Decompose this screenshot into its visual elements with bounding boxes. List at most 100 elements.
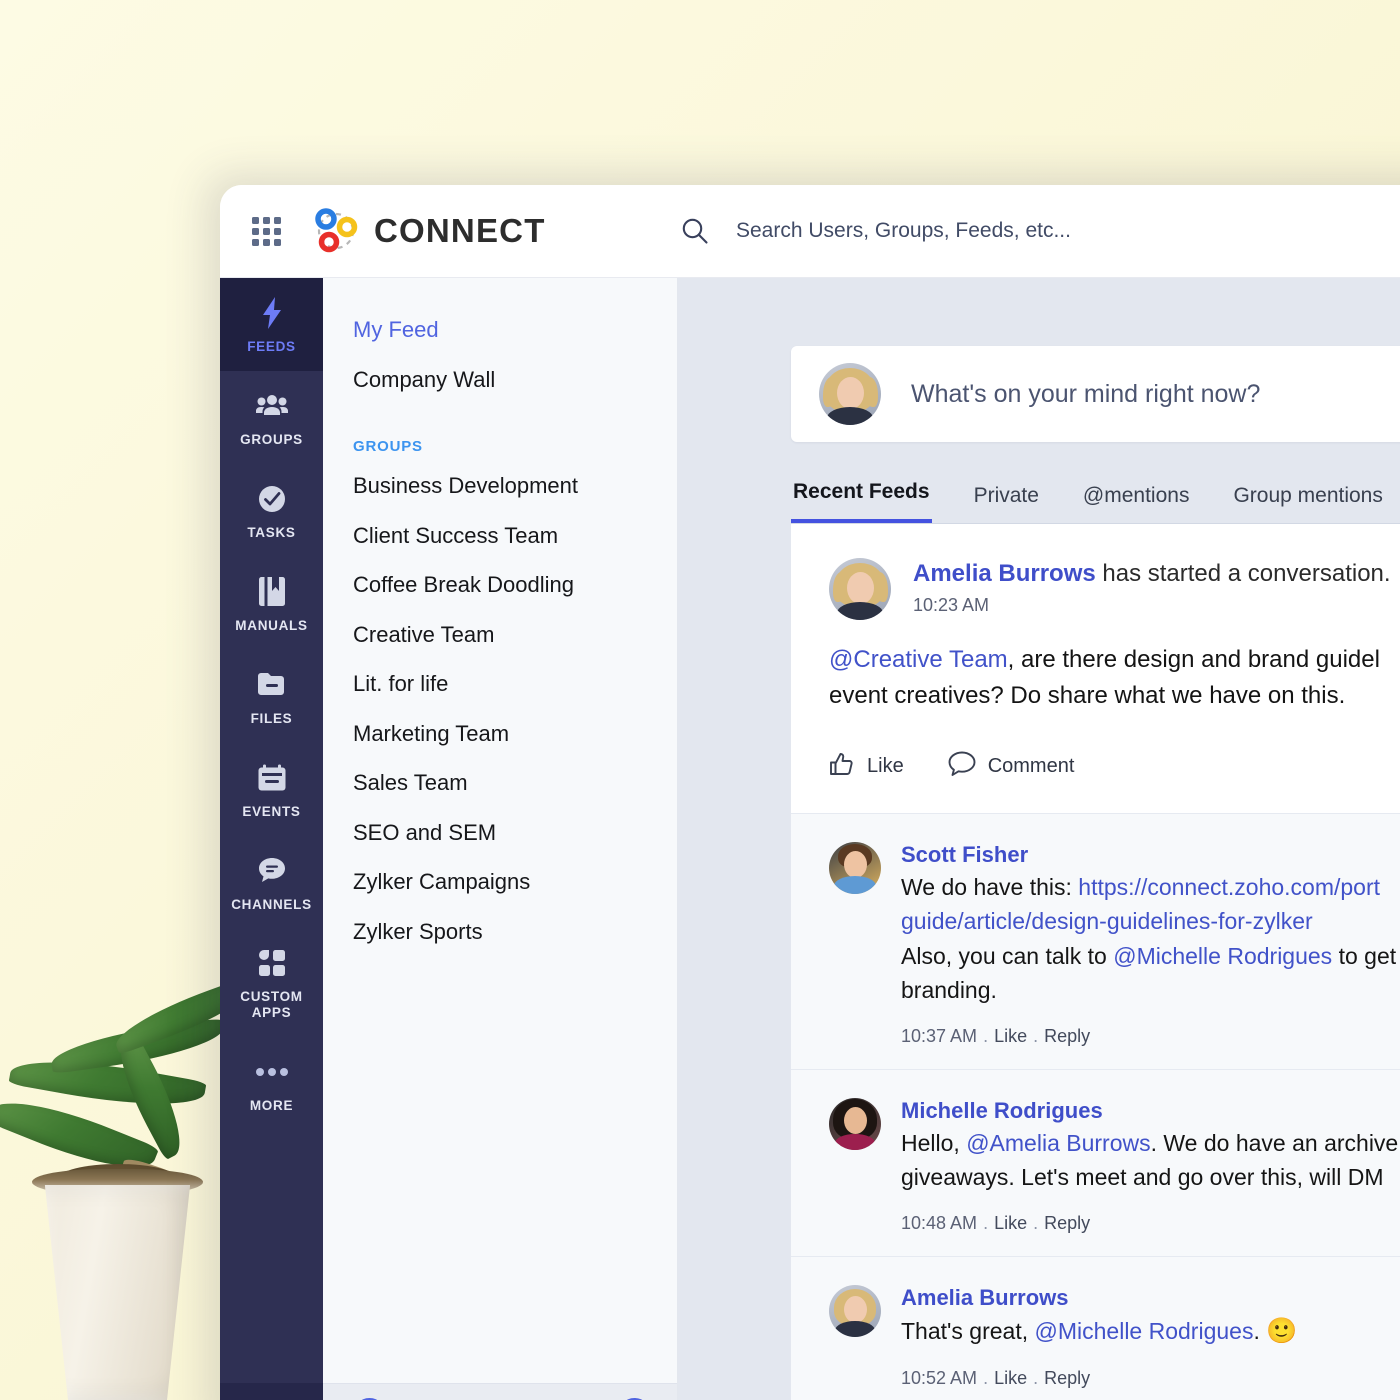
- comment-text-plain: That's great,: [901, 1317, 1035, 1344]
- sidebar-item-custom-apps[interactable]: CUSTOM APPS: [220, 928, 323, 1037]
- app-body: FEEDS GROUPS TASKS MANUALS FILES EVENTS …: [220, 278, 1400, 1400]
- comment-like-link[interactable]: Like: [994, 1368, 1027, 1388]
- comment-text-plain: Hello,: [901, 1129, 967, 1156]
- rail-label: FEEDS: [247, 339, 296, 354]
- avatar[interactable]: [829, 558, 891, 620]
- comment-link-cont[interactable]: guide/article/design-guidelines-for-zylk…: [901, 908, 1313, 934]
- sidebar-item-channels[interactable]: CHANNELS: [220, 836, 323, 929]
- comment: Michelle Rodrigues Hello, @Amelia Burrow…: [791, 1070, 1400, 1257]
- rail-label: CHANNELS: [231, 896, 312, 912]
- search-icon: [680, 216, 710, 246]
- sidebar-group-coffee-break-doodling[interactable]: Coffee Break Doodling: [353, 560, 677, 610]
- sidebar-group-seo-and-sem[interactable]: SEO and SEM: [353, 808, 677, 858]
- like-button[interactable]: Like: [829, 751, 904, 783]
- sidebar-group-business-development[interactable]: Business Development: [353, 461, 677, 511]
- search-input[interactable]: [736, 219, 1400, 243]
- people-group-icon: [255, 389, 288, 423]
- collapse-sidebar-icon[interactable]: [220, 1383, 323, 1400]
- folder-icon: [256, 668, 288, 702]
- comment-text-plain-2: Also, you can talk to: [901, 942, 1114, 969]
- avatar[interactable]: [829, 841, 881, 894]
- comment-reply-link[interactable]: Reply: [1044, 1026, 1090, 1046]
- connect-logo-icon: [312, 207, 360, 255]
- post-author[interactable]: Amelia Burrows: [913, 560, 1096, 587]
- book-bookmark-icon: [258, 575, 286, 609]
- sidebar-item-groups[interactable]: GROUPS: [220, 371, 323, 464]
- post-body-line2: event creatives? Do share what we have o…: [829, 682, 1346, 710]
- comment-text-tail: to get: [1332, 942, 1397, 969]
- comment-reply-link[interactable]: Reply: [1044, 1368, 1090, 1388]
- post-actions: Like Comment: [829, 751, 1393, 783]
- sidebar-link-company-wall[interactable]: Company Wall: [353, 355, 677, 405]
- rail-label: FILES: [250, 710, 293, 726]
- comment-footer: 10:52 AM. Like. Reply: [901, 1368, 1091, 1389]
- sidebar-group-zylker-campaigns[interactable]: Zylker Campaigns: [353, 857, 677, 907]
- comment-text-tail: .: [1253, 1317, 1260, 1344]
- tab-group-mentions[interactable]: Group mentions: [1231, 484, 1384, 523]
- rail-label: MORE: [249, 1098, 294, 1114]
- comment-time: 10:52 AM: [901, 1368, 978, 1389]
- tab-mentions[interactable]: @mentions: [1081, 484, 1192, 523]
- comment-text: That's great, @Michelle Rodrigues. 🙂: [901, 1313, 1297, 1351]
- sidebar-section-groups: GROUPS: [353, 438, 423, 455]
- comment-time: 10:48 AM: [901, 1212, 978, 1233]
- status-composer[interactable]: What's on your mind right now?: [791, 346, 1400, 442]
- comment-label: Comment: [987, 755, 1075, 778]
- rail-label: MANUALS: [235, 617, 308, 633]
- comment-mention[interactable]: @Michelle Rodrigues: [1035, 1318, 1254, 1344]
- check-circle-icon: [257, 482, 287, 516]
- comment-author[interactable]: Amelia Burrows: [901, 1285, 1297, 1311]
- sidebar-group-marketing-team[interactable]: Marketing Team: [353, 709, 677, 759]
- post-author-line: Amelia Burrows has started a conversatio…: [913, 558, 1391, 589]
- comment-text: Hello, @Amelia Burrows. We do have an ar…: [901, 1126, 1398, 1195]
- smiley-emoji-icon: 🙂: [1266, 1316, 1298, 1345]
- sidebar-group-lit-for-life[interactable]: Lit. for life: [353, 659, 677, 709]
- brand-logo[interactable]: CONNECT: [312, 207, 650, 255]
- comment: Amelia Burrows That's great, @Michelle R…: [791, 1257, 1400, 1400]
- speech-bubble-icon: [257, 854, 287, 888]
- comment: Scott Fisher We do have this: https://co…: [791, 814, 1400, 1070]
- like-label: Like: [867, 755, 904, 778]
- sidebar-item-manuals[interactable]: MANUALS: [220, 557, 323, 650]
- avatar[interactable]: [829, 1284, 881, 1337]
- feed-tabs: Recent Feeds Private @mentions Group men…: [791, 480, 1400, 524]
- groups-sidebar: My Feed Company Wall GROUPS Business Dev…: [323, 278, 678, 1400]
- comment-like-link[interactable]: Like: [994, 1213, 1027, 1233]
- comment-author[interactable]: Scott Fisher: [901, 842, 1393, 868]
- sidebar-group-client-success-team[interactable]: Client Success Team: [353, 511, 677, 561]
- comment-text-plain: We do have this:: [901, 873, 1079, 900]
- sidebar-group-zylker-sports[interactable]: Zylker Sports: [353, 907, 677, 957]
- comment-mention[interactable]: @Amelia Burrows: [966, 1130, 1150, 1156]
- comment-like-link[interactable]: Like: [994, 1026, 1027, 1046]
- post-body: @Creative Team, are there design and bra…: [829, 642, 1393, 715]
- sidebar-item-more[interactable]: MORE: [220, 1037, 323, 1130]
- avatar: [819, 363, 881, 425]
- comment-reply-link[interactable]: Reply: [1044, 1213, 1090, 1233]
- primary-nav-rail: FEEDS GROUPS TASKS MANUALS FILES EVENTS …: [220, 278, 323, 1400]
- sidebar-item-files[interactable]: FILES: [220, 650, 323, 743]
- sidebar-scroll: My Feed Company Wall GROUPS Business Dev…: [323, 278, 677, 1383]
- sidebar-item-tasks[interactable]: TASKS: [220, 464, 323, 557]
- grid-apps-icon[interactable]: [220, 216, 312, 246]
- sidebar-link-my-feed[interactable]: My Feed: [353, 305, 677, 355]
- comment-author[interactable]: Michelle Rodrigues: [901, 1098, 1393, 1124]
- post-mention[interactable]: @Creative Team: [829, 646, 1008, 673]
- sidebar-group-sales-team[interactable]: Sales Team: [353, 758, 677, 808]
- comment-footer: 10:37 AM. Like. Reply: [901, 1025, 1091, 1046]
- sidebar-item-events[interactable]: EVENTS: [220, 743, 323, 836]
- tab-private[interactable]: Private: [972, 484, 1041, 523]
- search-bar[interactable]: [650, 216, 1400, 246]
- sidebar-item-feeds[interactable]: FEEDS: [220, 278, 323, 371]
- comment-button[interactable]: Comment: [948, 751, 1075, 783]
- comment-mention[interactable]: @Michelle Rodrigues: [1113, 943, 1332, 969]
- comment-text-plain-3: branding.: [901, 977, 997, 1004]
- avatar[interactable]: [829, 1097, 881, 1150]
- post: Amelia Burrows has started a conversatio…: [791, 524, 1400, 813]
- rail-label: EVENTS: [242, 803, 301, 819]
- sidebar-group-creative-team[interactable]: Creative Team: [353, 610, 677, 660]
- comment-time: 10:37 AM: [901, 1025, 978, 1046]
- lightning-bolt-icon: [259, 296, 285, 330]
- comment-link[interactable]: https://connect.zoho.com/port: [1078, 874, 1380, 900]
- tab-recent-feeds[interactable]: Recent Feeds: [791, 480, 932, 523]
- comment-bubble-icon: [948, 751, 976, 783]
